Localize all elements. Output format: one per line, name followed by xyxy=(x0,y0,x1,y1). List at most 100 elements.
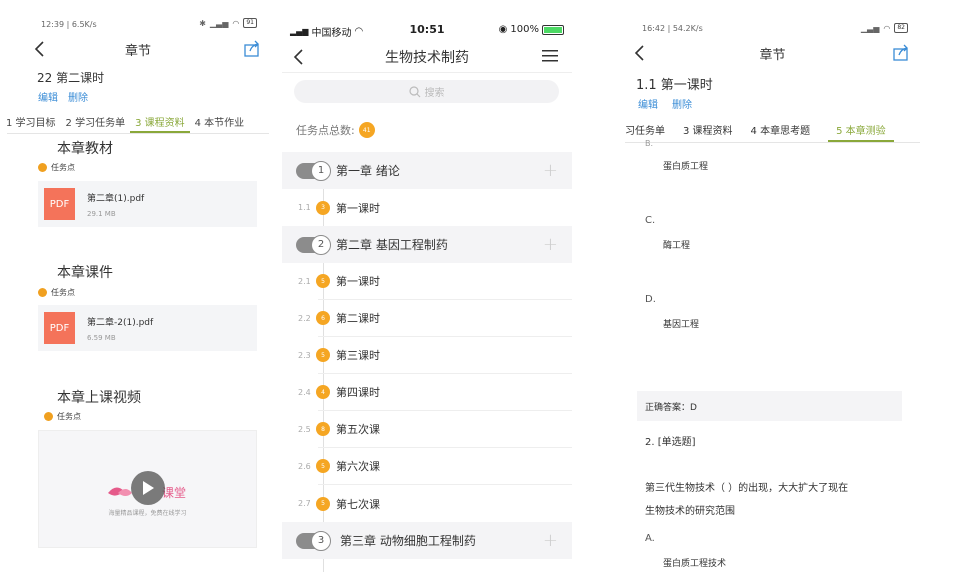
lesson-row[interactable]: 2.3 5 第三课时 xyxy=(298,337,572,374)
video-subtitle: 海量精品课程，免费在线学习 xyxy=(108,510,187,517)
wifi-icon: ◠ xyxy=(232,18,240,28)
task-count-badge: 3 xyxy=(316,200,330,215)
section-title: 本章课件 xyxy=(57,265,113,281)
file-card[interactable]: PDF 第二章-2(1).pdf 6.59 MB xyxy=(38,305,257,351)
status-bar: 12:39 | 6.5K/s ✱ ▁▃▅ ◠ 91 xyxy=(7,0,269,36)
battery-icon: 91 xyxy=(243,18,257,28)
tab-course-materials[interactable]: 3 课程资料 xyxy=(130,110,190,133)
lesson-title: 22 第二课时 xyxy=(37,71,105,85)
lesson-actions: 编辑 删除 xyxy=(38,89,88,104)
plus-icon[interactable]: + xyxy=(543,160,558,181)
option-letter: D. xyxy=(645,294,656,305)
page-title: 生物技术制药 xyxy=(385,49,469,66)
task-dot-icon xyxy=(38,288,47,297)
question-card: B. 蛋白质工程 C. 酶工程 D. 基因工程 xyxy=(637,139,902,391)
task-dot-icon xyxy=(44,412,53,421)
tab-chapter-questions[interactable]: 4 本章思考题 xyxy=(751,117,811,142)
file-size: 29.1 MB xyxy=(87,209,116,218)
question-type: 2. [单选题] xyxy=(645,437,696,448)
back-arrow-icon[interactable] xyxy=(633,42,647,64)
correct-answer: 正确答案：D xyxy=(645,403,697,413)
search-input[interactable]: 搜索 xyxy=(294,80,559,103)
status-bar: 16:42 | 54.2K/s ▁▃▅ ◠ 82 xyxy=(625,0,920,36)
task-dot-icon xyxy=(38,163,47,172)
status-right: ◉ 100% xyxy=(499,24,564,35)
task-count-badge: 8 xyxy=(316,422,330,436)
option-letter: C. xyxy=(645,215,656,226)
chapter-toggle[interactable]: 3 xyxy=(296,530,331,551)
lesson-row[interactable]: 2.1 5 第一课时 xyxy=(298,263,572,300)
back-arrow-icon[interactable] xyxy=(292,46,306,68)
option-a-text[interactable]: 蛋白质工程技术 xyxy=(663,556,726,569)
rotation-lock-icon: ◉ xyxy=(498,24,508,35)
chapter-toggle[interactable]: 1 xyxy=(296,160,331,181)
lesson-row[interactable]: 2.7 5 第七次课 xyxy=(298,485,572,522)
delete-link[interactable]: 删除 xyxy=(68,89,88,104)
option-b-text[interactable]: 蛋白质工程 xyxy=(663,159,708,172)
lesson-row[interactable]: 1.1 3 第一课时 xyxy=(298,189,572,226)
task-point-tag: 任务点 xyxy=(44,411,81,422)
file-size: 6.59 MB xyxy=(87,333,116,342)
nav-bar: 生物技术制药 xyxy=(282,41,572,73)
question-text: 生物技术的研究范围 xyxy=(645,506,735,517)
video-player[interactable]: 课堂 海量精品课程，免费在线学习 xyxy=(38,430,257,548)
tab-homework[interactable]: 4 本节作业 xyxy=(190,110,250,133)
menu-icon[interactable] xyxy=(542,49,558,63)
question-card: 2. [单选题] 第三代生物技术（ ）的出现，大大扩大了现在 生物技术的研究范围… xyxy=(637,421,902,572)
right-screen: 16:42 | 54.2K/s ▁▃▅ ◠ 82 章节 1.1 第一课时 编辑 … xyxy=(625,0,920,572)
battery-icon xyxy=(542,24,564,35)
option-letter: A. xyxy=(645,533,655,544)
battery-icon: 82 xyxy=(894,23,908,33)
share-icon[interactable] xyxy=(243,40,261,58)
tab-chapter-quiz[interactable]: 5 本章测验 xyxy=(828,117,894,142)
edit-link[interactable]: 编辑 xyxy=(38,89,58,104)
share-icon[interactable] xyxy=(892,44,910,62)
tab-task-sheet[interactable]: 2 学习任务单 xyxy=(61,110,131,133)
plus-icon[interactable]: + xyxy=(543,234,558,255)
pdf-icon: PDF xyxy=(44,312,75,344)
lesson-title: 1.1 第一课时 xyxy=(636,78,713,93)
chapter-row[interactable]: 2 第二章 基因工程制药 + xyxy=(282,226,572,263)
option-d-text[interactable]: 基因工程 xyxy=(663,317,699,330)
tab-bar: 习任务单 3 课程资料 4 本章思考题 5 本章测验 xyxy=(625,117,920,143)
quiz-area: B. 蛋白质工程 C. 酶工程 D. 基因工程 正确答案：D 2. [单选题] … xyxy=(637,139,902,572)
file-name: 第二章-2(1).pdf xyxy=(87,317,154,328)
play-icon xyxy=(143,481,154,495)
delete-link[interactable]: 删除 xyxy=(672,96,692,111)
file-name: 第二章(1).pdf xyxy=(87,193,145,204)
lesson-row[interactable]: 2.2 6 第二课时 xyxy=(298,300,572,337)
status-time: 16:42 | 54.2K/s xyxy=(642,24,703,33)
option-c-text[interactable]: 酶工程 xyxy=(663,238,690,251)
middle-screen: ▂▄▆ 中国移动 ◠ 10:51 ◉ 100% 生物技术制药 搜索 任务点总数:… xyxy=(282,0,572,572)
task-count-badge: 5 xyxy=(316,348,330,362)
play-button[interactable] xyxy=(131,471,165,505)
left-screen: 12:39 | 6.5K/s ✱ ▁▃▅ ◠ 91 章节 22 第二课时 编辑 … xyxy=(7,0,269,572)
option-letter: B. xyxy=(645,139,654,148)
file-card[interactable]: PDF 第二章(1).pdf 29.1 MB xyxy=(38,181,257,227)
lesson-row[interactable]: 2.5 8 第五次课 xyxy=(298,411,572,448)
chapter-row[interactable]: 3 第三章 动物细胞工程制药 + xyxy=(282,522,572,559)
task-point-tag: 任务点 xyxy=(38,162,75,173)
chapter-row[interactable]: 1 第一章 绪论 + xyxy=(282,152,572,189)
tab-learning-goals[interactable]: 1 学习目标 xyxy=(7,110,61,133)
back-arrow-icon[interactable] xyxy=(33,38,47,60)
signal-icon: ▁▃▅ xyxy=(209,18,229,28)
task-point-tag: 任务点 xyxy=(38,287,75,298)
svg-text:课堂: 课堂 xyxy=(162,486,186,500)
task-total: 任务点总数: 41 xyxy=(296,122,375,138)
status-icons: ✱ ▁▃▅ ◠ 91 xyxy=(199,18,257,28)
question-text: 第三代生物技术（ ）的出现，大大扩大了现在 xyxy=(645,483,849,494)
page-title: 章节 xyxy=(759,47,786,63)
wifi-icon: ◠ xyxy=(883,23,891,33)
lesson-row[interactable]: 2.4 4 第四课时 xyxy=(298,374,572,411)
status-time: 12:39 | 6.5K/s xyxy=(41,20,97,29)
tab-bar: 1 学习目标 2 学习任务单 3 课程资料 4 本节作业 xyxy=(7,110,269,134)
chapter-toggle[interactable]: 2 xyxy=(296,234,331,255)
section-title: 本章教材 xyxy=(57,141,113,157)
task-count-badge: 5 xyxy=(316,274,330,288)
lesson-row[interactable]: 2.6 5 第六次课 xyxy=(298,448,572,485)
edit-link[interactable]: 编辑 xyxy=(638,96,658,111)
bluetooth-icon: ✱ xyxy=(199,18,206,28)
plus-icon[interactable]: + xyxy=(543,530,558,551)
tab-course-materials[interactable]: 3 课程资料 xyxy=(683,117,733,142)
